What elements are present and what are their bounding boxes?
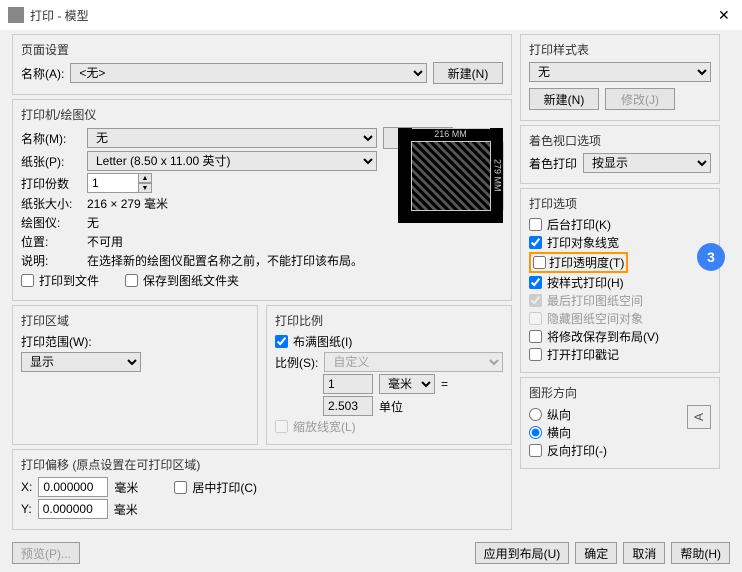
area-group: 打印区域 打印范围(W): 显示 [12, 305, 258, 445]
location-label: 位置: [21, 233, 81, 250]
printer-heading: 打印机/绘图仪 [21, 106, 503, 123]
offset-heading: 打印偏移 (原点设置在可打印区域) [21, 456, 503, 473]
location-value: 不可用 [87, 233, 123, 250]
x-unit: 毫米 [114, 479, 138, 496]
desc-label: 说明: [21, 252, 81, 269]
close-icon[interactable]: ✕ [718, 7, 734, 23]
scale-num1 [323, 374, 373, 394]
scale-unit2: 单位 [379, 398, 403, 415]
copies-up[interactable]: ▲ [138, 173, 152, 183]
plotter-label: 绘图仪: [21, 214, 81, 231]
chk-to-file[interactable]: 打印到文件 [21, 272, 99, 289]
shade-group: 着色视口选项 着色打印 按显示 [520, 125, 720, 184]
x-input[interactable] [38, 477, 108, 497]
styletable-group: 打印样式表 无 新建(N) 修改(J) [520, 34, 720, 121]
option-3[interactable]: 按样式打印(H) [529, 274, 711, 291]
cancel-button[interactable]: 取消 [623, 542, 665, 564]
option-1[interactable]: 打印对象线宽 [529, 234, 711, 251]
x-label: X: [21, 480, 32, 494]
range-select[interactable]: 显示 [21, 352, 141, 372]
styletable-new-button[interactable]: 新建(N) [529, 88, 599, 110]
copies-label: 打印份数 [21, 175, 81, 192]
callout-badge: 3 [697, 243, 725, 271]
copies-input[interactable] [87, 173, 139, 193]
option-6[interactable]: 将修改保存到布局(V) [529, 328, 711, 345]
scale-group: 打印比例 布满图纸(I) 比例(S): 自定义 毫米 = 单位 缩放线宽(L) [266, 305, 512, 445]
chk-center[interactable]: 居中打印(C) [174, 479, 257, 496]
chk-scale-lw[interactable]: 缩放线宽(L) [275, 418, 503, 435]
page-setup-heading: 页面设置 [21, 41, 503, 58]
shade-select[interactable]: 按显示 [583, 153, 711, 173]
option-2[interactable]: 打印透明度(T) [529, 252, 711, 273]
printer-name-select[interactable]: 无 [87, 128, 377, 148]
scale-num2 [323, 396, 373, 416]
papersize-label: 纸张大小: [21, 195, 81, 212]
page-setup-name-label: 名称(A): [21, 65, 64, 82]
styletable-select[interactable]: 无 [529, 62, 711, 82]
chk-fit[interactable]: 布满图纸(I) [275, 333, 503, 350]
page-setup-new-button[interactable]: 新建(N) [433, 62, 503, 84]
area-heading: 打印区域 [21, 312, 249, 329]
shade-label: 着色打印 [529, 155, 577, 172]
ratio-label: 比例(S): [275, 354, 318, 371]
paper-select[interactable]: Letter (8.50 x 11.00 英寸) [87, 151, 377, 171]
help-button[interactable]: 帮助(H) [671, 542, 730, 564]
styletable-heading: 打印样式表 [529, 41, 711, 58]
ratio-select: 自定义 [324, 352, 503, 372]
preview-height: 279 MM [493, 142, 504, 210]
option-4: 最后打印图纸空间 [529, 292, 711, 309]
paper-label: 纸张(P): [21, 153, 81, 170]
option-7[interactable]: 打开打印戳记 [529, 346, 711, 363]
shade-heading: 着色视口选项 [529, 132, 711, 149]
printer-name-label: 名称(M): [21, 130, 81, 147]
plotter-value: 无 [87, 214, 99, 231]
preview-button: 预览(P)... [12, 542, 80, 564]
paper-preview: 216 MM 279 MM [398, 128, 503, 223]
options-heading: 打印选项 [529, 195, 711, 212]
page-setup-group: 页面设置 名称(A): <无> 新建(N) [12, 34, 512, 95]
options-group: 打印选项 后台打印(K)打印对象线宽打印透明度(T)按样式打印(H)最后打印图纸… [520, 188, 720, 373]
range-label: 打印范围(W): [21, 333, 92, 350]
papersize-value: 216 × 279 毫米 [87, 195, 168, 212]
option-0[interactable]: 后台打印(K) [529, 216, 711, 233]
preview-width: 216 MM [412, 128, 490, 139]
scale-heading: 打印比例 [275, 312, 503, 329]
orient-heading: 图形方向 [529, 384, 711, 401]
printer-group: 打印机/绘图仪 名称(M): 无 特性(R) 纸张(P): Letter (8.… [12, 99, 512, 301]
styletable-edit-button: 修改(J) [605, 88, 675, 110]
ok-button[interactable]: 确定 [575, 542, 617, 564]
radio-landscape[interactable]: 横向 [529, 424, 687, 441]
window-title: 打印 - 模型 [30, 7, 89, 24]
copies-down[interactable]: ▼ [138, 183, 152, 193]
chk-reverse[interactable]: 反向打印(-) [529, 442, 687, 459]
radio-portrait[interactable]: 纵向 [529, 406, 687, 423]
offset-group: 打印偏移 (原点设置在可打印区域) X: 毫米 居中打印(C) Y: 毫米 [12, 449, 512, 530]
apply-layout-button[interactable]: 应用到布局(U) [475, 542, 570, 564]
chk-save-paper[interactable]: 保存到图纸文件夹 [125, 272, 239, 289]
desc-value: 在选择新的绘图仪配置名称之前，不能打印该布局。 [87, 252, 363, 269]
y-label: Y: [21, 502, 32, 516]
app-icon [8, 7, 24, 23]
page-setup-name-select[interactable]: <无> [70, 63, 427, 83]
y-input[interactable] [38, 499, 108, 519]
orient-icon: A [687, 405, 711, 429]
orient-group: 图形方向 纵向 横向 反向打印(-) A [520, 377, 720, 469]
y-unit: 毫米 [114, 501, 138, 518]
equals: = [441, 377, 448, 391]
scale-unit1[interactable]: 毫米 [379, 374, 435, 394]
option-5: 隐藏图纸空间对象 [529, 310, 711, 327]
